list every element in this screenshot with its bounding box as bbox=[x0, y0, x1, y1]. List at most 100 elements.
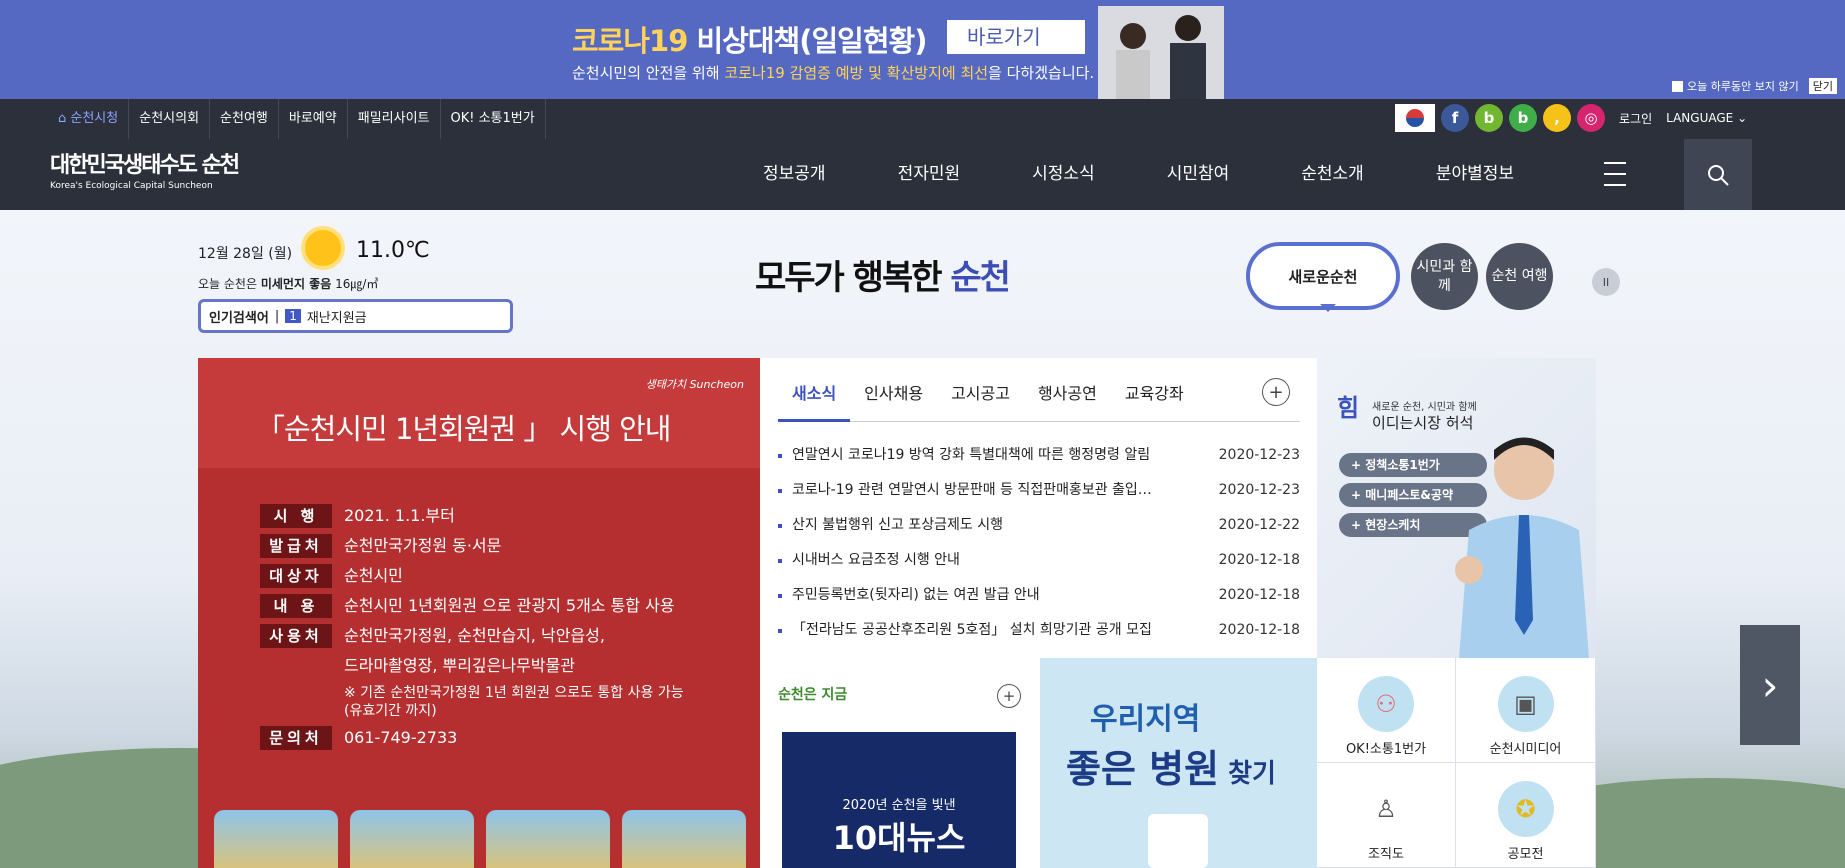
thumb-image bbox=[486, 810, 610, 868]
util-link-travel[interactable]: 순천여행 bbox=[210, 99, 279, 139]
thumb-image bbox=[350, 810, 474, 868]
menu-e-civil[interactable]: 전자민원 bbox=[862, 139, 997, 210]
news-board: 새소식 인사채용 고시공고 행사공연 교육강좌 + 연말연시 코로나19 방역 … bbox=[760, 358, 1317, 658]
tab-news[interactable]: 새소식 bbox=[778, 378, 851, 422]
keyword-text[interactable]: 재난지원금 bbox=[307, 307, 367, 326]
blog-icon[interactable]: b bbox=[1475, 104, 1503, 132]
main-menu: 정보공개 전자민원 시정소식 시민참여 순천소개 분야별정보 bbox=[727, 139, 1550, 210]
menu-field-info[interactable]: 분야별정보 bbox=[1400, 139, 1550, 210]
quicknav-new-suncheon[interactable]: 새로운순천 bbox=[1246, 242, 1400, 312]
korea-flag-icon[interactable] bbox=[1395, 104, 1435, 132]
tab-events[interactable]: 행사공연 bbox=[1024, 378, 1111, 422]
utility-right: f b b , ◎ 로그인 LANGUAGE ⌄ bbox=[1395, 104, 1747, 132]
covid-banner[interactable]: 코로나19 비상대책(일일현황) 바로가기 순천시민의 안전을 위해 코로나19… bbox=[0, 0, 1845, 99]
instagram-icon[interactable]: ◎ bbox=[1577, 104, 1605, 132]
hospital-banner-line2: 좋은 병원 찾기 bbox=[1066, 747, 1276, 791]
weather-temp: 11.0℃ bbox=[356, 238, 430, 263]
chevron-down-icon: ⌄ bbox=[1737, 111, 1748, 125]
promo-note: ※ 기존 순천만국가정원 1년 회원권 으로도 통합 사용 가능 (유효기간 까지… bbox=[344, 685, 684, 720]
pause-icon[interactable]: II bbox=[1592, 268, 1620, 296]
language-select[interactable]: LANGUAGE ⌄ bbox=[1666, 111, 1747, 125]
util-link-cityhall[interactable]: ⌂ 순천시청 bbox=[48, 99, 130, 139]
mayor-headline: 힘 bbox=[1337, 394, 1360, 422]
thumb-image bbox=[622, 810, 746, 868]
menu-participation[interactable]: 시민참여 bbox=[1131, 139, 1266, 210]
quick-org-chart[interactable]: ♙ 조직도 bbox=[1317, 763, 1456, 868]
util-link-ok-sotong[interactable]: OK! 소통1번가 bbox=[441, 99, 546, 139]
util-link-booking[interactable]: 바로예약 bbox=[279, 99, 348, 139]
util-link-family-site[interactable]: 패밀리사이트 bbox=[348, 99, 441, 139]
quick-contest[interactable]: ✪ 공모전 bbox=[1456, 763, 1596, 868]
sun-icon bbox=[305, 230, 341, 266]
news-tabs: 새소식 인사채용 고시공고 행사공연 교육강좌 bbox=[778, 378, 1300, 422]
mayor-tagline: 새로운 순천, 시민과 함께 bbox=[1372, 402, 1477, 413]
suncheon-now-panel: 순천은 지금 + 2020년 순천을 빛낸 10대뉴스 bbox=[760, 658, 1040, 868]
suncheon-now-label: 순천은 지금 bbox=[778, 687, 848, 703]
promo-title: 「순천시민 1년회원권 」 시행 안내 bbox=[256, 412, 671, 446]
util-link-council[interactable]: 순천시의회 bbox=[129, 99, 211, 139]
people-icon: ⚇ bbox=[1358, 676, 1414, 732]
promo-thumbnails bbox=[214, 810, 746, 868]
tab-education[interactable]: 교육강좌 bbox=[1111, 378, 1198, 422]
quick-ok-sotong[interactable]: ⚇ OK!소통1번가 bbox=[1317, 658, 1456, 763]
menu-intro[interactable]: 순천소개 bbox=[1265, 139, 1400, 210]
popular-keyword-box[interactable]: 인기검색어 | 1 재난지원금 bbox=[198, 299, 513, 333]
search-button[interactable] bbox=[1684, 139, 1752, 210]
top10-news-image[interactable]: 2020년 순천을 빛낸 10대뉴스 bbox=[782, 732, 1016, 868]
banner-close-area: 오늘 하루동안 보지 않기 닫기 bbox=[1672, 78, 1837, 94]
org-chart-icon: ♙ bbox=[1358, 781, 1414, 837]
site-logo[interactable]: 대한민국생태수도 순천 Korea's Ecological Capital S… bbox=[50, 147, 240, 191]
promo-slide[interactable]: 생태가치 Suncheon 「순천시민 1년회원권 」 시행 안내 시 행 202… bbox=[198, 358, 760, 868]
quick-links-grid: ⚇ OK!소통1번가 ▣ 순천시미디어 ♙ 조직도 ✪ 공모전 bbox=[1317, 658, 1596, 868]
promo-row: 발급처 순천만국가정원 동·서문 bbox=[260, 534, 684, 558]
suncheon-now-plus-icon[interactable]: + bbox=[997, 684, 1021, 708]
keyword-rank: 1 bbox=[285, 309, 301, 323]
promo-row: 시 행 2021. 1.1.부터 bbox=[260, 504, 684, 528]
banner-people-illustration bbox=[1098, 6, 1224, 99]
mayor-photo bbox=[1455, 437, 1589, 658]
mayor-panel: 힘 새로운 순천, 시민과 함께 이디는시장 허석 + 정책소통1번가 + 매니… bbox=[1317, 358, 1596, 658]
list-item[interactable]: 연말연시 코로나19 방역 강화 특별대책에 따른 행정명령 알림 2020-12… bbox=[778, 438, 1300, 473]
news-more-plus-icon[interactable]: + bbox=[1262, 378, 1290, 406]
top10-news-year: 2020년 순천을 빛낸 bbox=[842, 798, 956, 813]
login-link[interactable]: 로그인 bbox=[1619, 110, 1652, 127]
award-icon: ✪ bbox=[1497, 781, 1554, 837]
facebook-icon[interactable]: f bbox=[1441, 104, 1469, 132]
popular-keyword-label: 인기검색어 bbox=[209, 310, 269, 326]
weather-date: 12월 28일 (월) bbox=[198, 246, 293, 262]
list-item[interactable]: 주민등록번호(뒷자리) 없는 여권 발급 안내 2020-12-18 bbox=[778, 578, 1300, 613]
banner-title: 코로나19 비상대책(일일현황) bbox=[572, 24, 927, 58]
chevron-right-icon[interactable]: › bbox=[1740, 625, 1800, 745]
news-list: 연말연시 코로나19 방역 강화 특별대책에 따른 행정명령 알림 2020-12… bbox=[778, 438, 1300, 648]
banner-go-button[interactable]: 바로가기 bbox=[947, 20, 1085, 54]
hospital-finder-banner[interactable]: 우리지역 좋은 병원 찾기 bbox=[1040, 658, 1317, 868]
list-item[interactable]: 「전라남도 공공산후조리원 5호점」 설치 희망기관 공개 모집 2020-12-… bbox=[778, 613, 1300, 648]
promo-details: 시 행 2021. 1.1.부터 발급처 순천만국가정원 동·서문 대상자 순천시민 … bbox=[260, 504, 684, 756]
list-item[interactable]: 산지 불법행위 신고 포상금제도 시행 2020-12-22 bbox=[778, 508, 1300, 543]
promo-row: 사용처 순천만국가정원, 순천만습지, 낙안읍성, bbox=[260, 624, 684, 648]
menu-info[interactable]: 정보공개 bbox=[727, 139, 862, 210]
list-item[interactable]: 시내버스 요금조정 시행 안내 2020-12-18 bbox=[778, 543, 1300, 578]
banner-close-button[interactable]: 닫기 bbox=[1808, 78, 1837, 94]
hamburger-menu-icon[interactable] bbox=[1590, 162, 1640, 186]
search-icon bbox=[1708, 164, 1729, 186]
quicknav-travel[interactable]: 순천 여행 bbox=[1486, 243, 1553, 310]
hide-today-label: 오늘 하루동안 보지 않기 bbox=[1687, 80, 1799, 93]
list-item[interactable]: 코로나-19 관련 연말연시 방문판매 등 직접판매홍보관 출입… 2020-12… bbox=[778, 473, 1300, 508]
utility-links: ⌂ 순천시청 순천시의회 순천여행 바로예약 패밀리사이트 OK! 소통1번가 bbox=[48, 99, 546, 139]
tab-notice[interactable]: 고시공고 bbox=[937, 378, 1024, 422]
logo-english: Korea's Ecological Capital Suncheon bbox=[50, 181, 213, 191]
dust-info: 오늘 순천은 미세먼지 좋음 16㎍/㎥ bbox=[198, 277, 379, 291]
promo-row: 대상자 순천시민 bbox=[260, 564, 684, 588]
quicknav-with-citizens[interactable]: 시민과 함께 bbox=[1411, 243, 1478, 310]
band-icon[interactable]: b bbox=[1509, 104, 1537, 132]
tab-recruit[interactable]: 인사채용 bbox=[850, 378, 937, 422]
hospital-illustration bbox=[1148, 814, 1208, 868]
camera-icon: ▣ bbox=[1497, 676, 1554, 732]
menu-city-news[interactable]: 시정소식 bbox=[996, 139, 1131, 210]
quick-media[interactable]: ▣ 순천시미디어 bbox=[1456, 658, 1596, 763]
thumb-image bbox=[214, 810, 338, 868]
hide-today-checkbox[interactable] bbox=[1672, 80, 1684, 92]
kakaostory-icon[interactable]: , bbox=[1543, 104, 1571, 132]
logo-korean: 대한민국생태수도 순천 bbox=[50, 152, 240, 178]
